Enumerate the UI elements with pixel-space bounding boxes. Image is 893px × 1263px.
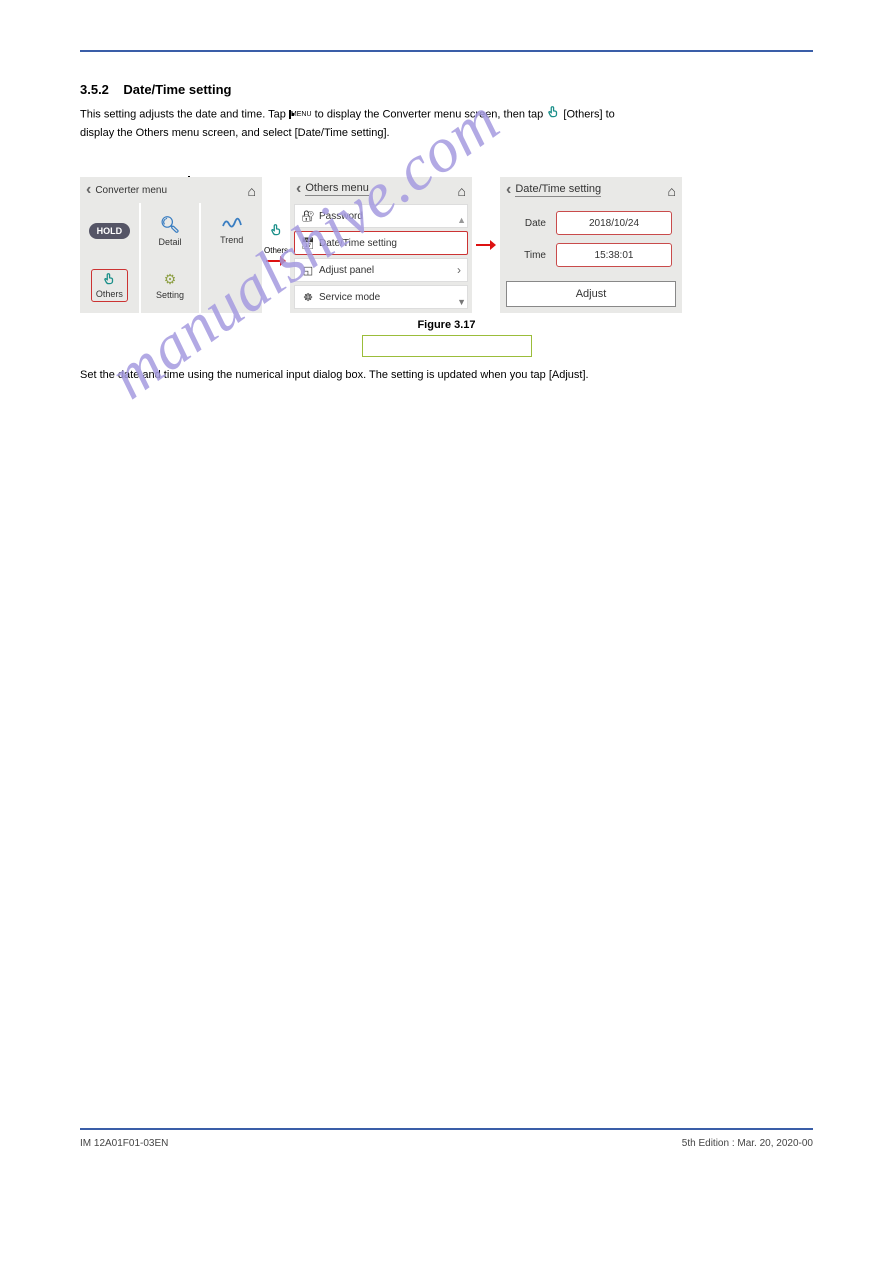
scroll-down-icon[interactable]: ▼ [457, 297, 466, 307]
home-icon[interactable]: ⌂ [248, 183, 256, 199]
adjust-panel-item[interactable]: ◱ Adjust panel › [294, 258, 468, 282]
intro-text-1: This setting adjusts the date and time. … [80, 109, 289, 121]
footer: IM 12A01F01-03EN 5th Edition : Mar. 20, … [80, 1138, 813, 1149]
spacer [80, 388, 813, 1128]
time-field[interactable]: 15:38:01 [556, 243, 672, 267]
adjust-label: Adjust [576, 288, 607, 300]
hold-pill: HOLD [89, 223, 131, 239]
time-row: Time 15:38:01 [510, 243, 672, 267]
screen-title: Converter menu [95, 185, 167, 196]
screen-header: ‹ Converter menu ⌂ [80, 177, 262, 203]
hand-tap-icon [269, 223, 283, 242]
magnifier-icon: 🔍︎ [160, 215, 180, 235]
password-item[interactable]: 🔐︎ Password [294, 204, 468, 228]
chevron-right-icon: › [457, 263, 461, 277]
service-icon: ☸ [301, 291, 315, 304]
page: 3.5.2 Date/Time setting This setting adj… [0, 0, 893, 1189]
arrow-connector: Others [266, 223, 286, 267]
detail-button[interactable]: 🔍︎ Detail [141, 203, 202, 258]
setting-button[interactable]: ⚙ Setting [141, 258, 202, 313]
others-menu-screen: ‹ Others menu ⌂ 🔐︎ Password 📅︎ Date/Time… [290, 177, 472, 313]
section-number: 3.5.2 [80, 82, 109, 97]
screens-container: MENU ‹ Converter menu ⌂ HOLD 🔍︎ D [80, 177, 813, 313]
others-highlight: Others [91, 269, 128, 302]
date-value: 2018/10/24 [589, 218, 639, 229]
screen-header: ‹ Date/Time setting ⌂ [500, 177, 682, 203]
detail-label: Detail [158, 237, 181, 247]
intro-text-3: [Others] to [563, 109, 614, 121]
hand-tap-icon [546, 105, 560, 125]
screen-title: Others menu [305, 182, 369, 196]
service-mode-item[interactable]: ☸ Service mode [294, 285, 468, 309]
trend-label: Trend [220, 235, 243, 245]
edition: 5th Edition : Mar. 20, 2020-00 [682, 1138, 813, 1149]
adjust-button[interactable]: Adjust [506, 281, 676, 307]
time-value: 15:38:01 [595, 250, 634, 261]
bottom-rule [80, 1128, 813, 1130]
doc-id: IM 12A01F01-03EN [80, 1138, 168, 1149]
gear-icon: ⚙ [164, 271, 177, 288]
hold-button[interactable]: HOLD [80, 203, 141, 258]
trend-button[interactable]: Trend [201, 203, 262, 258]
date-label: Date [510, 218, 546, 229]
screens-row: ‹ Converter menu ⌂ HOLD 🔍︎ Detail [80, 177, 813, 313]
back-icon[interactable]: ‹ [296, 180, 301, 198]
others-label: Others [96, 289, 123, 299]
section-title: 3.5.2 Date/Time setting [80, 82, 813, 97]
time-label: Time [510, 250, 546, 261]
screen-title: Date/Time setting [515, 183, 601, 197]
arrow-right-icon [266, 255, 286, 267]
caption-text: Figure 3.17 [417, 319, 475, 331]
datetime-label: Date/Time setting [319, 238, 397, 249]
menu-icon: MENU [289, 111, 312, 118]
others-list: 🔐︎ Password 📅︎ Date/Time setting ◱ Adjus… [290, 201, 472, 313]
note-text: Set the date and time using the numerica… [80, 367, 813, 384]
top-rule [80, 50, 813, 52]
others-button[interactable]: Others [80, 258, 141, 313]
back-icon[interactable]: ‹ [506, 181, 511, 199]
adjust-panel-label: Adjust panel [319, 265, 374, 276]
intro-paragraph: This setting adjusts the date and time. … [80, 105, 813, 141]
green-box [362, 335, 532, 357]
figure-caption: Figure 3.17 [80, 319, 813, 357]
converter-grid: HOLD 🔍︎ Detail Trend [80, 203, 262, 313]
scroll-up-icon[interactable]: ▲ [457, 215, 466, 225]
arrow-connector [476, 239, 496, 251]
others-mini-label: Others [264, 246, 288, 255]
back-icon[interactable]: ‹ [86, 181, 91, 199]
hand-tap-icon [102, 272, 116, 289]
home-icon[interactable]: ⌂ [458, 183, 466, 199]
service-mode-label: Service mode [319, 292, 380, 303]
converter-menu-screen: ‹ Converter menu ⌂ HOLD 🔍︎ Detail [80, 177, 262, 313]
datetime-item[interactable]: 📅︎ Date/Time setting [294, 231, 468, 255]
home-icon[interactable]: ⌂ [668, 183, 676, 199]
intro-text-4: display the Others menu screen, and sele… [80, 127, 390, 139]
trend-icon [222, 216, 242, 233]
password-label: Password [319, 211, 363, 222]
section-heading: Date/Time setting [123, 82, 231, 97]
datetime-setting-screen: ‹ Date/Time setting ⌂ Date 2018/10/24 Ti… [500, 177, 682, 313]
date-row: Date 2018/10/24 [510, 211, 672, 235]
date-field[interactable]: 2018/10/24 [556, 211, 672, 235]
panel-icon: ◱ [301, 264, 315, 277]
screen-header: ‹ Others menu ⌂ [290, 177, 472, 201]
calendar-icon: 📅︎ [301, 237, 315, 250]
datetime-body: Date 2018/10/24 Time 15:38:01 [500, 203, 682, 275]
setting-label: Setting [156, 290, 184, 300]
lock-icon: 🔐︎ [301, 210, 315, 223]
arrow-right-icon [476, 239, 496, 251]
intro-text-2: to display the Converter menu screen, th… [315, 109, 547, 121]
empty-cell [201, 258, 262, 313]
